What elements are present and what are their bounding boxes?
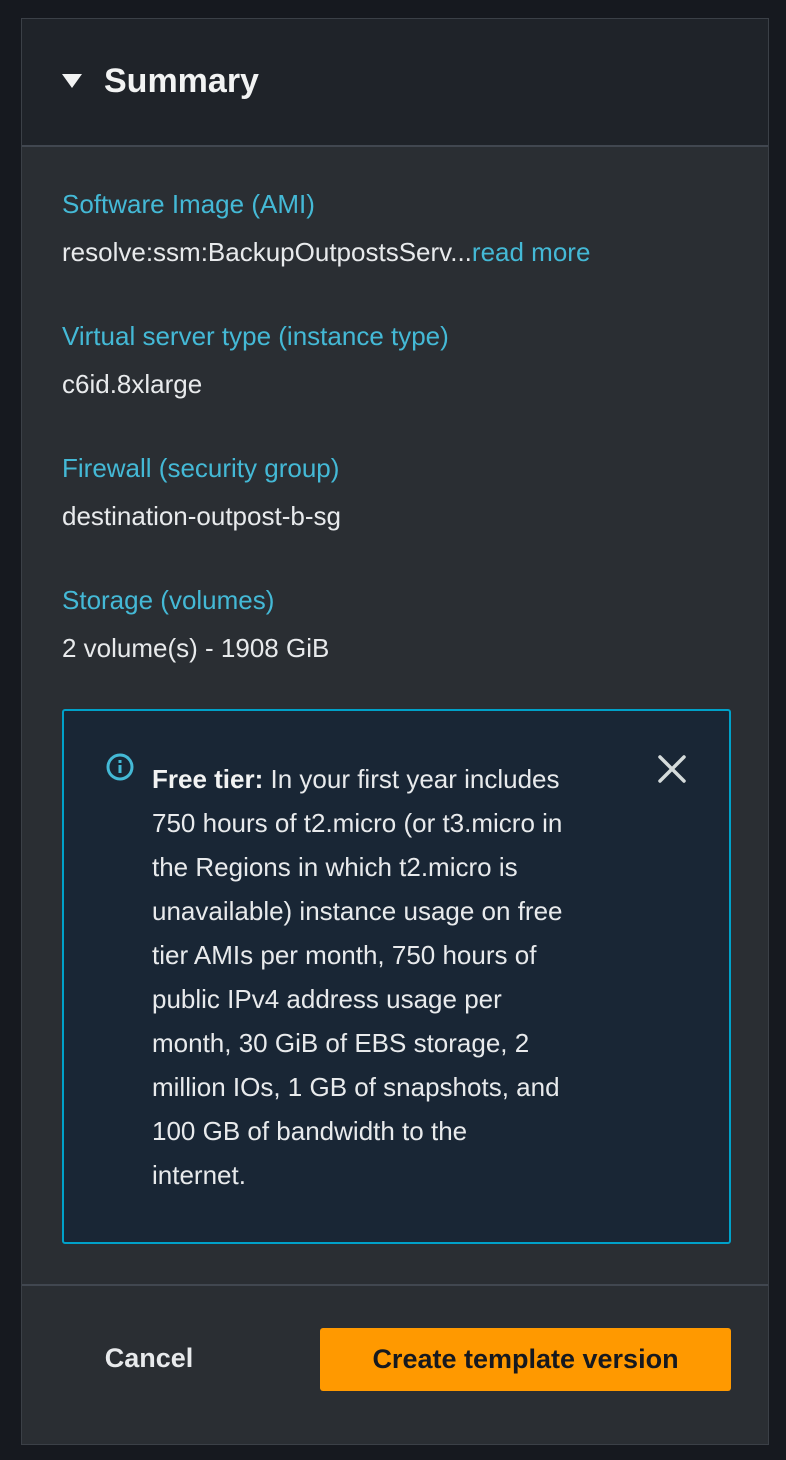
read-more-link[interactable]: read more	[472, 237, 591, 267]
summary-panel: Summary Software Image (AMI) resolve:ssm…	[21, 18, 769, 1445]
alert-line: public IPv4 address usage per	[152, 984, 502, 1014]
alert-line: month, 30 GiB of EBS storage, 2	[152, 1028, 530, 1058]
free-tier-alert: Free tier: In your first year includes 7…	[62, 709, 731, 1244]
field-value-instance-type: c6id.8xlarge	[62, 369, 203, 399]
alert-line: the Regions in which t2.micro is	[152, 852, 518, 882]
alert-line: 100 GB of bandwidth to the	[152, 1116, 468, 1146]
field-instance-type: Virtual server type (instance type) c6id…	[62, 319, 449, 401]
caret-down-icon[interactable]	[62, 74, 82, 88]
field-firewall: Firewall (security group) destination-ou…	[62, 451, 341, 533]
info-icon	[106, 753, 134, 781]
alert-line: tier AMIs per month, 750 hours of	[152, 940, 537, 970]
create-template-version-button[interactable]: Create template version	[320, 1328, 731, 1391]
field-label-instance-type: Virtual server type (instance type)	[62, 321, 449, 351]
alert-line: 750 hours of t2.micro (or t3.micro in	[152, 808, 563, 838]
field-label-firewall: Firewall (security group)	[62, 453, 340, 483]
alert-line: internet.	[152, 1160, 246, 1190]
panel-title: Summary	[104, 62, 259, 100]
alert-line: unavailable) instance usage on free	[152, 896, 563, 926]
panel-footer: Cancel Create template version	[22, 1284, 768, 1446]
summary-panel-header[interactable]: Summary	[22, 19, 768, 147]
field-software-image: Software Image (AMI) resolve:ssm:BackupO…	[62, 187, 590, 269]
cancel-button[interactable]: Cancel	[82, 1326, 216, 1390]
field-label-storage: Storage (volumes)	[62, 585, 275, 615]
field-value-firewall: destination-outpost-b-sg	[62, 501, 341, 531]
ami-value: resolve:ssm:BackupOutpostsServ...	[62, 237, 472, 267]
alert-line: million IOs, 1 GB of snapshots, and	[152, 1072, 560, 1102]
field-value-storage: 2 volume(s) - 1908 GiB	[62, 633, 330, 663]
alert-heading: Free tier:	[152, 764, 264, 794]
alert-line: In your first year includes	[270, 764, 560, 794]
field-storage: Storage (volumes) 2 volume(s) - 1908 GiB	[62, 583, 329, 665]
close-icon[interactable]	[654, 751, 690, 787]
alert-text: Free tier: In your first year includes 7…	[152, 757, 632, 1197]
field-value-software-image: resolve:ssm:BackupOutpostsServ...read mo…	[62, 235, 590, 269]
field-label-software-image: Software Image (AMI)	[62, 189, 315, 219]
